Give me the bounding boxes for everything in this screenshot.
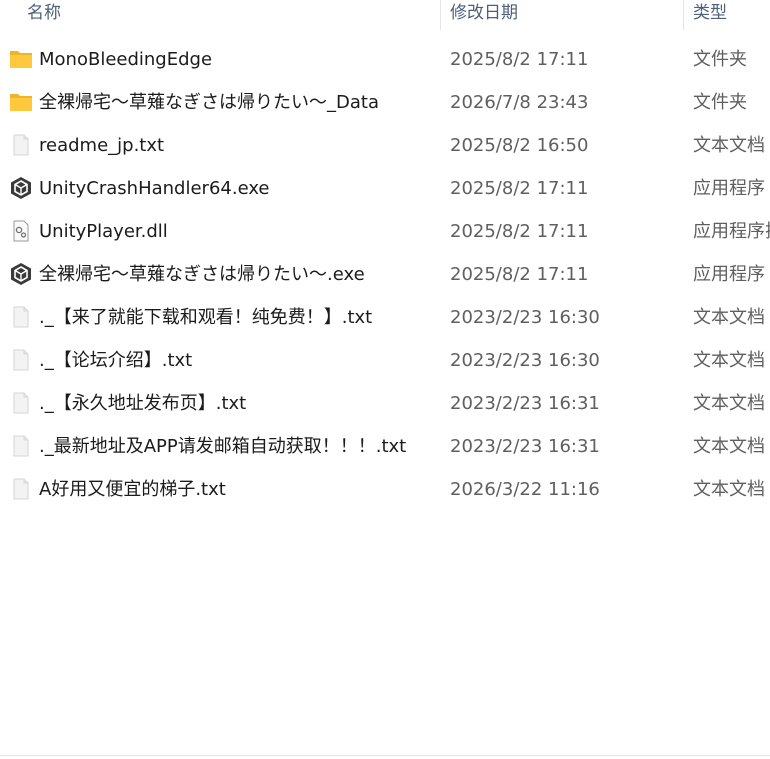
column-header-type[interactable]: 类型 (693, 0, 727, 30)
unity-exe-icon (9, 263, 33, 285)
file-type: 文本文档 (693, 479, 765, 500)
file-date: 2025/8/2 17:11 (450, 264, 589, 285)
file-row[interactable]: readme_jp.txt 2025/8/2 16:50 文本文档 (0, 124, 770, 167)
text-file-icon (9, 435, 33, 457)
file-name: A好用又便宜的梯子.txt (39, 479, 226, 500)
folder-icon (9, 48, 33, 70)
file-list: MonoBleedingEdge 2025/8/2 17:11 文件夹 全裸帰宅… (0, 38, 770, 511)
column-header-name[interactable]: 名称 (27, 0, 61, 30)
text-file-icon (9, 478, 33, 500)
column-divider[interactable] (683, 0, 684, 30)
file-date: 2025/8/2 17:11 (450, 49, 589, 70)
file-date: 2023/2/23 16:30 (450, 307, 600, 328)
file-name: MonoBleedingEdge (39, 49, 213, 70)
column-header-bar: 名称 修改日期 类型 (0, 0, 770, 30)
file-row[interactable]: ._【来了就能下载和观看！纯免费！】.txt 2023/2/23 16:30 文… (0, 296, 770, 339)
file-row[interactable]: UnityCrashHandler64.exe 2025/8/2 17:11 应… (0, 167, 770, 210)
folder-icon (9, 91, 33, 113)
file-row[interactable]: MonoBleedingEdge 2025/8/2 17:11 文件夹 (0, 38, 770, 81)
file-row[interactable]: 全裸帰宅～草薙なぎさは帰りたい～.exe 2025/8/2 17:11 应用程序 (0, 253, 770, 296)
file-date: 2023/2/23 16:31 (450, 393, 600, 414)
file-row[interactable]: UnityPlayer.dll 2025/8/2 17:11 应用程序扩 (0, 210, 770, 253)
dll-file-icon (9, 220, 33, 242)
file-type: 文件夹 (693, 49, 747, 70)
file-name: ._【永久地址发布页】.txt (39, 393, 247, 414)
file-name: UnityCrashHandler64.exe (39, 178, 270, 199)
file-name: ._【来了就能下载和观看！纯免费！】.txt (39, 307, 373, 328)
file-type: 文本文档 (693, 350, 765, 371)
file-date: 2026/3/22 11:16 (450, 479, 600, 500)
file-type: 文本文档 (693, 436, 765, 457)
text-file-icon (9, 349, 33, 371)
file-row[interactable]: 全裸帰宅～草薙なぎさは帰りたい～_Data 2026/7/8 23:43 文件夹 (0, 81, 770, 124)
file-name: readme_jp.txt (39, 135, 165, 156)
file-type: 应用程序 (693, 178, 765, 199)
file-date: 2025/8/2 17:11 (450, 178, 589, 199)
file-name: ._【论坛介绍】.txt (39, 350, 193, 371)
file-date: 2025/8/2 17:11 (450, 221, 589, 242)
file-date: 2023/2/23 16:30 (450, 350, 600, 371)
text-file-icon (9, 134, 33, 156)
file-row[interactable]: ._【永久地址发布页】.txt 2023/2/23 16:31 文本文档 (0, 382, 770, 425)
file-type: 应用程序 (693, 264, 765, 285)
file-type: 文本文档 (693, 307, 765, 328)
text-file-icon (9, 306, 33, 328)
file-row[interactable]: ._【论坛介绍】.txt 2023/2/23 16:30 文本文档 (0, 339, 770, 382)
file-name: UnityPlayer.dll (39, 221, 168, 242)
file-name: 全裸帰宅～草薙なぎさは帰りたい～.exe (39, 264, 365, 285)
file-type: 文本文档 (693, 393, 765, 414)
file-name: 全裸帰宅～草薙なぎさは帰りたい～_Data (39, 92, 379, 113)
unity-exe-icon (9, 177, 33, 199)
file-date: 2023/2/23 16:31 (450, 436, 600, 457)
file-name: ._最新地址及APP请发邮箱自动获取！！！.txt (39, 436, 407, 457)
file-type: 应用程序扩 (693, 221, 770, 242)
file-date: 2025/8/2 16:50 (450, 135, 589, 156)
column-divider[interactable] (440, 0, 441, 30)
file-type: 文本文档 (693, 135, 765, 156)
file-type: 文件夹 (693, 92, 747, 113)
file-date: 2026/7/8 23:43 (450, 92, 589, 113)
bottom-divider (0, 755, 770, 756)
file-row[interactable]: A好用又便宜的梯子.txt 2026/3/22 11:16 文本文档 (0, 468, 770, 511)
text-file-icon (9, 392, 33, 414)
column-header-date[interactable]: 修改日期 (450, 0, 518, 30)
file-row[interactable]: ._最新地址及APP请发邮箱自动获取！！！.txt 2023/2/23 16:3… (0, 425, 770, 468)
